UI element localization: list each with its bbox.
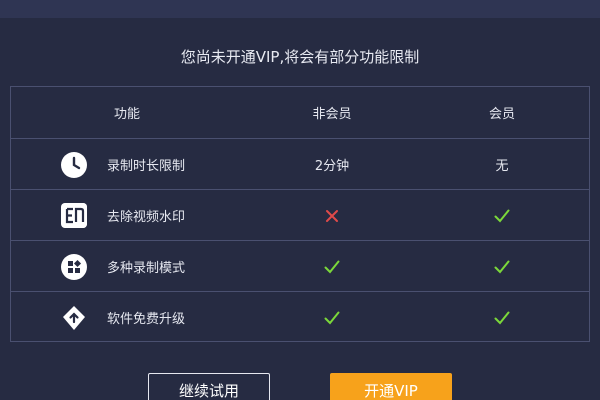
table-row: 多种录制模式 [11, 240, 589, 291]
watermark-icon [61, 203, 87, 228]
activate-vip-button[interactable]: 开通VIP [330, 373, 452, 400]
table-header-row: 功能 非会员 会员 [11, 87, 589, 138]
table-row: 软件免费升级 [11, 291, 589, 342]
check-icon [435, 241, 569, 292]
check-icon [435, 190, 569, 241]
free-value: 2分钟 [314, 159, 350, 174]
table-row: 去除视频水印 [11, 189, 589, 240]
cross-icon [265, 190, 399, 241]
feature-label: 录制时长限制 [107, 159, 186, 174]
vip-value: 无 [495, 159, 509, 174]
check-icon [435, 292, 569, 343]
feature-label: 去除视频水印 [107, 210, 186, 225]
table-row: 录制时长限制 2分钟 无 [11, 138, 589, 189]
title-bar [0, 0, 600, 18]
feature-label: 多种录制模式 [107, 261, 186, 276]
feature-label: 软件免费升级 [107, 312, 186, 327]
continue-trial-button[interactable]: 继续试用 [148, 373, 270, 400]
clock-icon [61, 151, 87, 178]
comparison-table: 功能 非会员 会员 录制时长限制 2分钟 无 去除视频水印 多种录制模式 软件免… [10, 86, 590, 342]
check-icon [265, 241, 399, 292]
header-free: 非会员 [312, 107, 352, 122]
header-feature: 功能 [113, 107, 140, 122]
header-vip: 会员 [488, 107, 515, 122]
modes-icon [61, 253, 87, 280]
check-icon [265, 292, 399, 343]
vip-notice: 您尚未开通VIP,将会有部分功能限制 [180, 48, 420, 66]
upgrade-icon [61, 305, 87, 331]
